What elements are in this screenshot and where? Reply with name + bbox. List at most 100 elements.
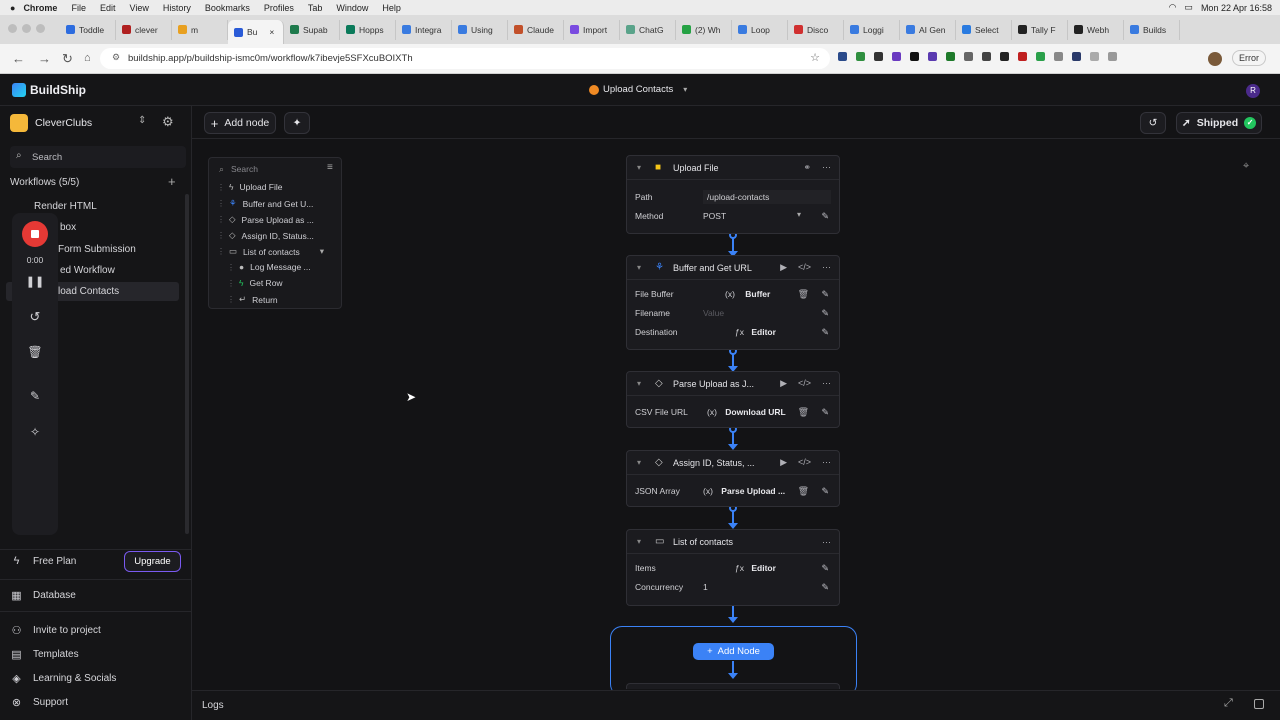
edit-pencil-icon[interactable]: ✎ bbox=[821, 407, 829, 418]
outline-item[interactable]: ⋮ ▭ List of contacts ▾ bbox=[217, 246, 324, 257]
browser-tab[interactable]: Hopps bbox=[340, 19, 396, 40]
wifi-icon[interactable]: ◠ bbox=[1169, 2, 1177, 13]
concurrency-input[interactable]: 1 bbox=[703, 582, 708, 592]
browser-tab[interactable]: m bbox=[172, 19, 228, 40]
extension-icon[interactable] bbox=[946, 52, 955, 61]
caret-down-icon[interactable]: ▾ bbox=[320, 246, 324, 257]
browser-tab[interactable]: Toddle bbox=[60, 19, 116, 40]
extension-icon[interactable] bbox=[1072, 52, 1081, 61]
logs-tab[interactable]: Logs bbox=[202, 700, 224, 711]
code-icon[interactable]: </> bbox=[798, 378, 811, 389]
browser-tab[interactable]: Loggi bbox=[844, 19, 900, 40]
run-play-icon[interactable]: ▶ bbox=[780, 378, 787, 389]
browser-tab[interactable]: Tally F bbox=[1012, 19, 1068, 40]
menu-window[interactable]: Window bbox=[336, 3, 368, 13]
apple-icon[interactable]: ● bbox=[10, 3, 15, 13]
add-workflow-icon[interactable]: + bbox=[168, 174, 176, 189]
workflow-item-upload-contacts[interactable]: load Contacts bbox=[58, 286, 119, 297]
editor-chip[interactable]: ƒx Editor bbox=[735, 327, 776, 337]
code-icon[interactable]: </> bbox=[798, 457, 811, 468]
browser-tab[interactable]: Select bbox=[956, 19, 1012, 40]
editor-chip[interactable]: ƒx Editor bbox=[735, 563, 776, 573]
edit-pencil-icon[interactable]: ✎ bbox=[821, 486, 829, 497]
extension-icon[interactable] bbox=[856, 52, 865, 61]
browser-tab[interactable]: Builds bbox=[1124, 19, 1180, 40]
collapse-chevron-icon[interactable]: ▾ bbox=[637, 263, 641, 272]
browser-tab[interactable]: Claude bbox=[508, 19, 564, 40]
forward-icon[interactable]: → bbox=[38, 51, 51, 66]
trash-icon[interactable]: 🗑 bbox=[798, 289, 809, 300]
outline-item[interactable]: ⋮ ● Log Message ... bbox=[227, 262, 311, 272]
url-bar[interactable]: ⚙ buildship.app/p/buildship-ismc0m/workf… bbox=[100, 48, 830, 69]
path-input[interactable]: /upload-contacts bbox=[703, 190, 831, 204]
edit-pencil-icon[interactable]: ✎ bbox=[821, 211, 829, 222]
pin-icon[interactable]: ⌖ bbox=[1243, 160, 1249, 173]
panel-toggle-icon[interactable] bbox=[1254, 699, 1264, 709]
sidebar-item-database[interactable]: ▦ Database bbox=[10, 589, 76, 602]
node-upload-file[interactable]: ▾ ■ Upload File ⚭ ··· Path/upload-contacts M… bbox=[626, 155, 840, 234]
workflow-item-form-submission[interactable]: Form Submission bbox=[58, 244, 136, 255]
filename-input[interactable]: Value bbox=[703, 308, 724, 318]
menu-app-name[interactable]: Chrome bbox=[23, 3, 57, 13]
site-info-icon[interactable]: ⚙ bbox=[112, 52, 120, 63]
sidebar-item-learning[interactable]: ◈ Learning & Socials bbox=[10, 672, 116, 685]
reload-icon[interactable]: ↻ bbox=[62, 51, 73, 67]
edit-pencil-icon[interactable]: ✎ bbox=[821, 563, 829, 574]
run-play-icon[interactable]: ▶ bbox=[780, 262, 787, 273]
browser-error-badge[interactable]: Error bbox=[1232, 50, 1266, 66]
menu-view[interactable]: View bbox=[129, 3, 148, 13]
edit-pencil-icon[interactable]: ✎ bbox=[821, 327, 829, 338]
browser-tab[interactable]: Loop bbox=[732, 19, 788, 40]
more-options-icon[interactable]: ··· bbox=[822, 162, 831, 173]
browser-tab[interactable]: clever bbox=[116, 19, 172, 40]
browser-tab[interactable]: Integra bbox=[396, 19, 452, 40]
browser-tab[interactable]: ChatG bbox=[620, 19, 676, 40]
node-parse-upload[interactable]: ▾ ◇ Parse Upload as J... ▶ </> ··· CSV File U… bbox=[626, 371, 840, 428]
outline-item[interactable]: ⋮ ◇ Parse Upload as ... bbox=[217, 214, 314, 225]
node-assign-id-status[interactable]: ▾ ◇ Assign ID, Status, ... ▶ </> ··· JSON Arr… bbox=[626, 450, 840, 507]
extension-icon[interactable] bbox=[874, 52, 883, 61]
shipped-button[interactable]: ➚ Shipped ✓ bbox=[1176, 112, 1262, 134]
extension-icon[interactable] bbox=[1018, 52, 1027, 61]
extension-icon[interactable] bbox=[928, 52, 937, 61]
sidebar-scrollbar[interactable] bbox=[185, 194, 189, 534]
extension-icon[interactable] bbox=[910, 52, 919, 61]
edit-pencil-icon[interactable]: ✎ bbox=[821, 308, 829, 319]
add-node-button[interactable]: + Add node bbox=[204, 112, 276, 134]
tab-close-icon[interactable]: × bbox=[269, 27, 274, 37]
extension-icon[interactable] bbox=[1090, 52, 1099, 61]
bookmark-star-icon[interactable]: ☆ bbox=[810, 51, 820, 64]
loop-add-node-button[interactable]: + Add Node bbox=[693, 643, 774, 660]
menu-file[interactable]: File bbox=[71, 3, 86, 13]
upgrade-button[interactable]: Upgrade bbox=[124, 551, 181, 572]
extension-icon[interactable] bbox=[1036, 52, 1045, 61]
pause-icon[interactable]: ❚❚ bbox=[12, 275, 58, 288]
outline-item[interactable]: ⋮ ◇ Assign ID, Status... bbox=[217, 230, 314, 241]
menu-help[interactable]: Help bbox=[382, 3, 401, 13]
outline-item[interactable]: ⋮ ϟ Upload File bbox=[217, 182, 283, 192]
extension-icon[interactable] bbox=[1108, 52, 1117, 61]
menu-history[interactable]: History bbox=[163, 3, 191, 13]
collapse-chevron-icon[interactable]: ▾ bbox=[637, 458, 641, 467]
menu-bookmarks[interactable]: Bookmarks bbox=[205, 3, 250, 13]
code-icon[interactable]: </> bbox=[798, 262, 811, 273]
extension-icon[interactable] bbox=[892, 52, 901, 61]
menu-tab[interactable]: Tab bbox=[308, 3, 323, 13]
more-options-icon[interactable]: ··· bbox=[822, 378, 831, 389]
profile-avatar[interactable] bbox=[1208, 52, 1222, 66]
menu-edit[interactable]: Edit bbox=[100, 3, 116, 13]
browser-tab[interactable]: Bu × bbox=[228, 20, 284, 44]
extension-icon[interactable] bbox=[1054, 52, 1063, 61]
workflow-title-dropdown[interactable]: Upload Contacts ▾ bbox=[589, 84, 687, 95]
trash-icon[interactable]: 🗑 bbox=[12, 345, 58, 359]
collapse-chevron-icon[interactable]: ▾ bbox=[637, 163, 641, 172]
user-avatar[interactable]: R bbox=[1246, 84, 1260, 98]
browser-tab[interactable]: Supab bbox=[284, 19, 340, 40]
browser-tab[interactable]: Webh bbox=[1068, 19, 1124, 40]
outline-item[interactable]: ⋮ ↵ Return bbox=[227, 294, 278, 305]
more-options-icon[interactable]: ··· bbox=[822, 537, 831, 547]
run-play-icon[interactable]: ▶ bbox=[780, 457, 787, 468]
sidebar-item-support[interactable]: ⊗ Support bbox=[10, 696, 68, 709]
trash-icon[interactable]: 🗑 bbox=[798, 407, 809, 418]
back-icon[interactable]: ← bbox=[12, 51, 25, 66]
